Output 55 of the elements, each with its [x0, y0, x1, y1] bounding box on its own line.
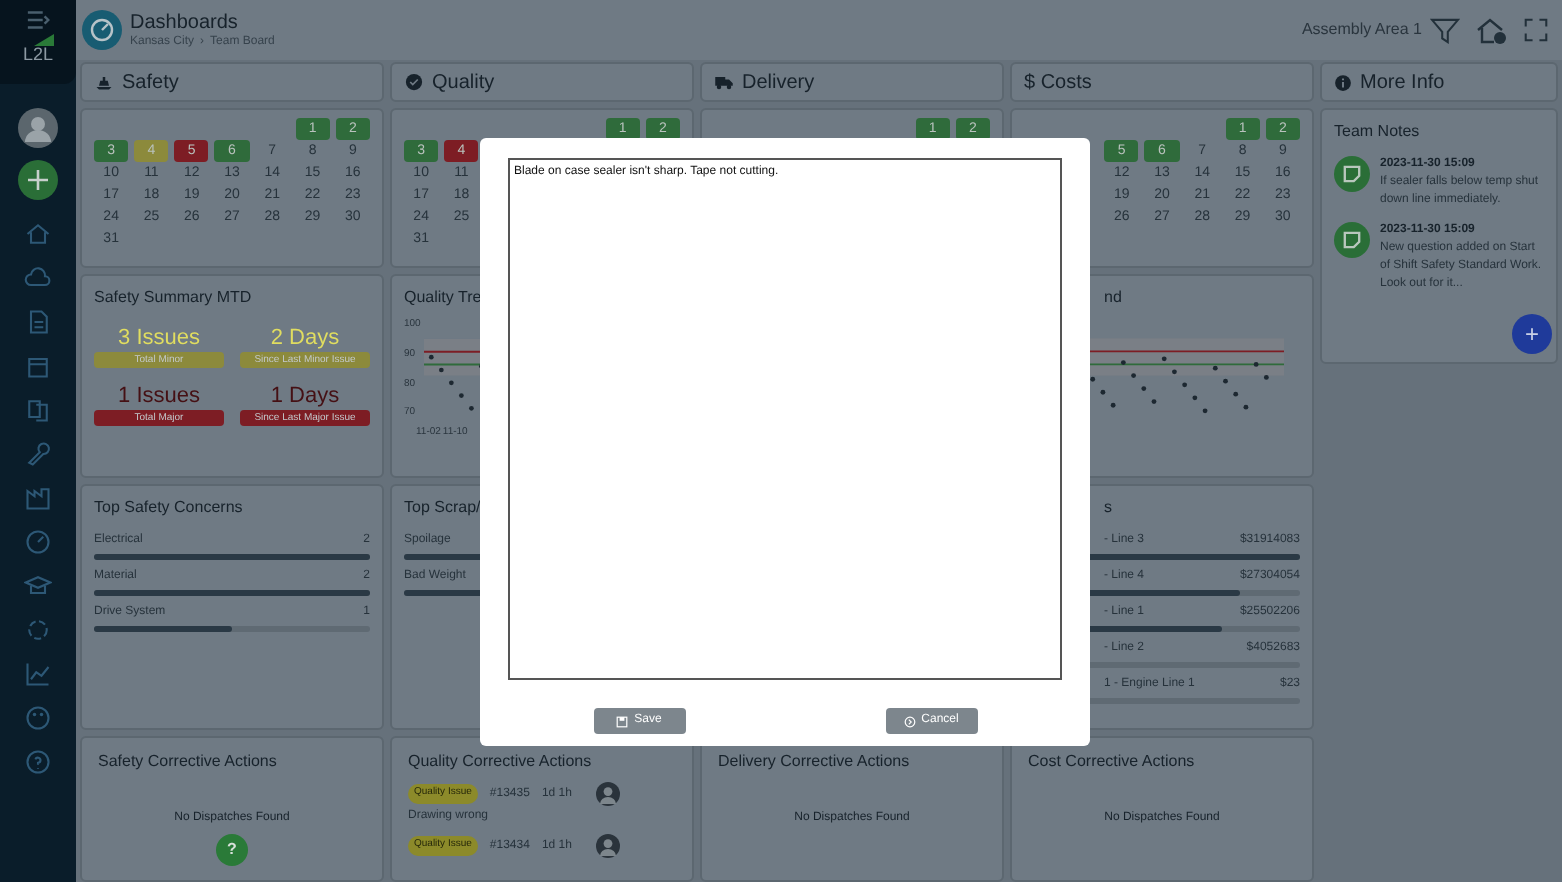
factory-icon[interactable]: [24, 484, 52, 512]
add-icon[interactable]: [18, 160, 58, 200]
wrench-icon[interactable]: [24, 440, 52, 468]
help-icon[interactable]: [24, 748, 52, 776]
cycle-icon[interactable]: [24, 616, 52, 644]
menu-icon[interactable]: [25, 10, 51, 30]
area-label: Assembly Area 1: [1301, 18, 1422, 42]
card-title: Quality Corrective Actions: [408, 750, 594, 774]
truck-icon: [714, 72, 734, 92]
page-title: Dashboards: [130, 11, 240, 33]
check-circle-icon: [404, 72, 424, 92]
summary-value: 2 Days: [270, 326, 340, 352]
avatar-icon[interactable]: [18, 108, 58, 148]
home-icon[interactable]: [24, 220, 52, 248]
card-title: Delivery Corrective Actions: [718, 750, 912, 774]
card-title: $ Costs: [1024, 69, 1092, 97]
save-icon: [616, 715, 629, 727]
add-note-button[interactable]: +: [1512, 314, 1552, 354]
card-title: Quality Tre: [404, 286, 484, 310]
card-title: Safety Summary MTD: [94, 286, 254, 310]
filter-icon[interactable]: [1430, 17, 1460, 43]
line-chart-icon[interactable]: [24, 660, 52, 688]
copy-icon[interactable]: [24, 396, 52, 424]
card-title: Team Notes: [1334, 120, 1422, 144]
summary-value: 1 Issues: [118, 384, 200, 410]
summary-value: 1 Days: [270, 384, 340, 410]
ship-icon: [94, 72, 114, 92]
graduation-cap-icon[interactable]: [24, 572, 52, 600]
gauge-logo-icon: [82, 10, 122, 50]
note-icon: [1334, 156, 1370, 192]
gauge-icon[interactable]: [24, 528, 52, 556]
calendar-icon[interactable]: [24, 352, 52, 380]
card-title: nd: [1102, 286, 1124, 310]
card-title: s: [1102, 496, 1114, 520]
card-title: More Info: [1360, 69, 1445, 97]
card-title: Top Safety Concerns: [94, 496, 245, 520]
help-button[interactable]: ?: [216, 834, 248, 866]
logo-text: L2L: [22, 46, 54, 64]
card-title: Quality: [432, 69, 495, 97]
card-title: Safety Corrective Actions: [98, 750, 279, 774]
fullscreen-icon[interactable]: [1524, 18, 1548, 42]
cloud-icon[interactable]: [24, 264, 52, 292]
card-title: Delivery: [742, 69, 815, 97]
cancel-icon: [903, 715, 916, 727]
info-icon: [1334, 73, 1352, 91]
summary-value: 3 Issues: [118, 326, 200, 352]
card-title: Top Scrap/: [404, 496, 483, 520]
card-title: Safety: [122, 69, 179, 97]
avatar-icon: [595, 782, 620, 806]
document-icon[interactable]: [24, 308, 52, 336]
signal-icon: [33, 34, 54, 46]
card-title: Cost Corrective Actions: [1028, 750, 1197, 774]
avatar-icon: [595, 834, 620, 858]
home-icon[interactable]: [1476, 16, 1508, 44]
note-icon: [1334, 222, 1370, 258]
